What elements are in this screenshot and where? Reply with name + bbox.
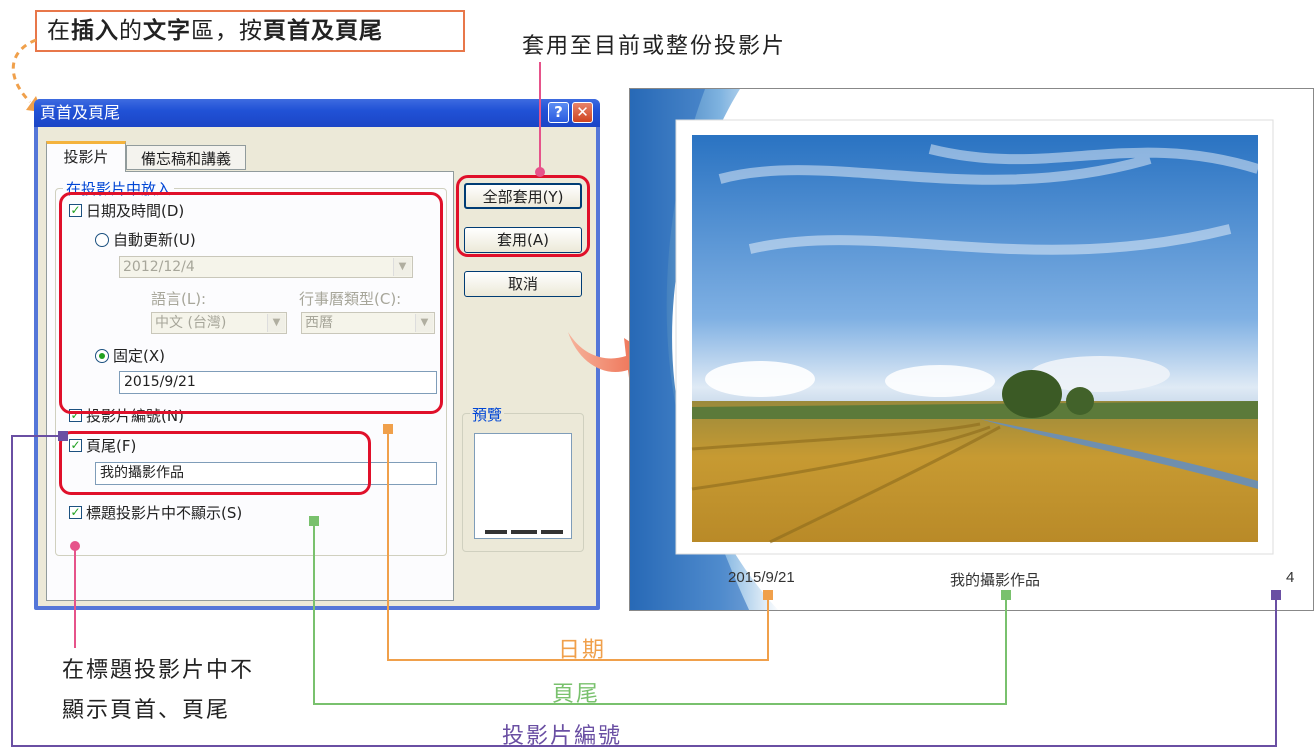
slide-number-caption: 投影片編號 <box>502 724 623 749</box>
title-slide-note-line2: 顯示頁首、頁尾 <box>62 698 231 723</box>
connector-lines <box>11 62 1281 747</box>
footer-caption: 頁尾 <box>552 682 601 707</box>
tab-slide[interactable]: 投影片 <box>46 141 126 172</box>
date-caption: 日期 <box>558 638 607 663</box>
title-slide-note-line1: 在標題投影片中不 <box>62 658 255 683</box>
